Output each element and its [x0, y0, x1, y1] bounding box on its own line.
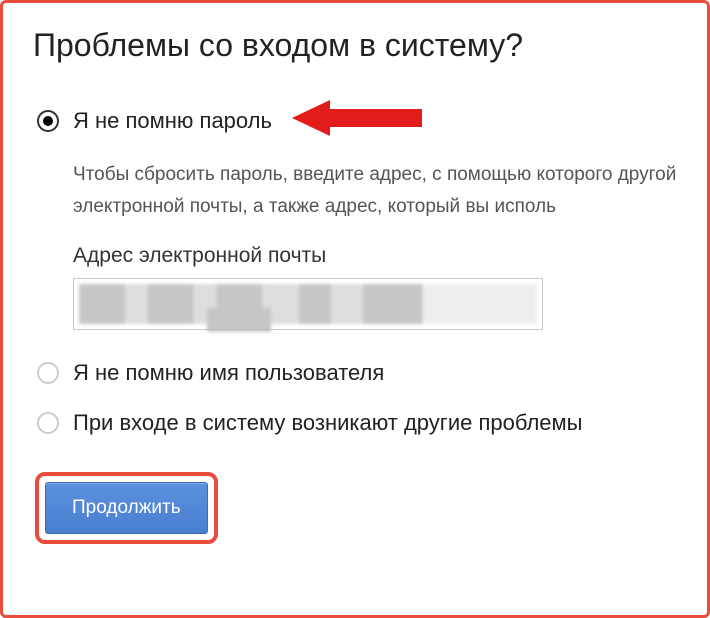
- forgot-password-content: Чтобы сбросить пароль, введите адрес, с …: [73, 159, 677, 330]
- page-title: Проблемы со входом в систему?: [33, 27, 677, 64]
- option-label: При входе в систему возникают другие про…: [73, 410, 582, 436]
- option-forgot-username[interactable]: Я не помню имя пользователя: [37, 360, 677, 386]
- continue-button-highlight: Продолжить: [35, 472, 218, 544]
- redacted-content: [79, 284, 537, 324]
- email-input[interactable]: [73, 278, 543, 330]
- radio-icon[interactable]: [37, 412, 59, 434]
- option-forgot-password[interactable]: Я не помню пароль: [37, 100, 677, 141]
- option-label: Я не помню имя пользователя: [73, 360, 384, 386]
- login-problems-panel: Проблемы со входом в систему? Я не помню…: [0, 0, 710, 618]
- option-other-problems[interactable]: При входе в систему возникают другие про…: [37, 410, 677, 436]
- problem-options: Я не помню пароль Чтобы сбросить пароль,…: [37, 100, 677, 544]
- radio-icon[interactable]: [37, 110, 59, 132]
- radio-icon[interactable]: [37, 362, 59, 384]
- email-field-label: Адрес электронной почты: [73, 244, 677, 268]
- highlight-arrow-icon: [292, 100, 422, 141]
- help-text: Чтобы сбросить пароль, введите адрес, с …: [73, 159, 677, 224]
- continue-button[interactable]: Продолжить: [45, 482, 208, 534]
- option-label: Я не помню пароль: [73, 108, 272, 134]
